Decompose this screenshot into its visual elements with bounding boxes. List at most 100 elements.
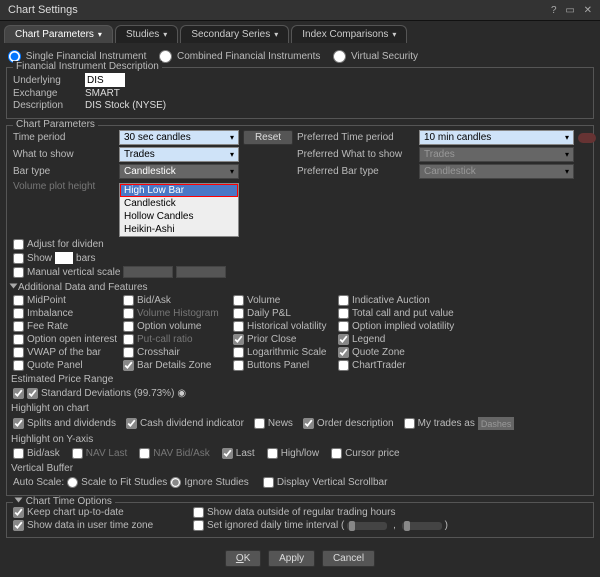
addl-check[interactable]: Option open interest (13, 334, 123, 345)
addl-check[interactable]: Option implied volatility (338, 321, 443, 332)
addl-check[interactable]: Total call and put value (338, 308, 443, 319)
time-period-select[interactable]: 30 sec candles▾ (119, 130, 239, 145)
radio-virtual[interactable]: Virtual Security (333, 51, 418, 62)
addl-check[interactable]: Bar Details Zone (123, 360, 233, 371)
radio-scale-fit[interactable]: Scale to Fit Studies (67, 477, 167, 488)
hl-chart-check[interactable]: My trades as (404, 418, 475, 429)
hl-y-check[interactable]: Last (222, 448, 255, 459)
addl-check[interactable]: Imbalance (13, 308, 123, 319)
bar-type-dropdown: High Low Bar Candlestick Hollow Candles … (119, 183, 239, 237)
highlight-chart-title: Highlight on chart (11, 403, 587, 414)
addl-check[interactable]: Option volume (123, 321, 233, 332)
addl-check (443, 334, 583, 345)
hl-y-check[interactable]: NAV Bid/Ask (139, 448, 210, 459)
tab-chart-parameters[interactable]: Chart Parameters (4, 25, 113, 43)
what-to-show-select[interactable]: Trades▾ (119, 147, 239, 162)
hl-chart-check[interactable]: News (254, 418, 293, 429)
highlight-chart-row: Splits and dividends Cash dividend indica… (13, 416, 587, 431)
hl-chart-check[interactable]: Cash dividend indicator (126, 418, 244, 429)
pref-bar-select[interactable]: Candlestick▾ (419, 164, 574, 179)
addl-check[interactable]: Volume Histogram (123, 308, 233, 319)
adjust-dividends-check[interactable]: Adjust for dividen (13, 239, 104, 250)
pref-what-label: Preferred What to show (297, 149, 415, 160)
maximize-icon[interactable]: ▭ (565, 5, 574, 16)
expand-icon[interactable] (15, 498, 23, 503)
ok-button[interactable]: OK (225, 550, 261, 567)
bar-type-option-high-low[interactable]: High Low Bar (120, 184, 238, 197)
pref-what-select[interactable]: Trades▾ (419, 147, 574, 162)
ignored-interval-check[interactable]: Set ignored daily time interval ( (193, 520, 344, 531)
underlying-input[interactable] (85, 73, 125, 87)
info-icon[interactable]: ◉ (177, 388, 186, 399)
cancel-button[interactable]: Cancel (322, 550, 375, 567)
hl-chart-check[interactable]: Splits and dividends (13, 418, 116, 429)
show-user-tz-check[interactable]: Show data in user time zone (13, 520, 193, 531)
bar-type-option-candlestick[interactable]: Candlestick (120, 197, 238, 210)
addl-check[interactable]: Buttons Panel (233, 360, 338, 371)
addl-check[interactable]: ChartTrader (338, 360, 443, 371)
addl-check[interactable]: VWAP of the bar (13, 347, 123, 358)
manual-scale-check[interactable]: Manual vertical scale (13, 267, 120, 278)
std-dev-check[interactable]: Standard Deviations (99.73%) (27, 388, 174, 399)
addl-check[interactable]: Bid/Ask (123, 295, 233, 306)
chart-time-options: Chart Time Options Keep chart up-to-date… (6, 502, 594, 538)
tab-studies[interactable]: Studies (115, 25, 178, 43)
volume-plot-height-label: Volume plot height (13, 181, 115, 192)
hl-y-check[interactable]: NAV Last (72, 448, 128, 459)
what-to-show-label: What to show (13, 149, 115, 160)
tab-index-comparisons[interactable]: Index Comparisons (291, 25, 407, 43)
keep-chart-updated-check[interactable]: Keep chart up-to-date (13, 507, 193, 518)
addl-check (443, 295, 583, 306)
manual-scale-max[interactable] (176, 266, 226, 278)
addl-check[interactable]: Daily P&L (233, 308, 338, 319)
tab-bar: Chart Parameters Studies Secondary Serie… (0, 21, 600, 43)
radio-combined[interactable]: Combined Financial Instruments (159, 51, 320, 62)
expand-icon[interactable] (10, 284, 18, 289)
highlight-y-title: Highlight on Y-axis (11, 434, 587, 445)
addl-check[interactable]: Legend (338, 334, 443, 345)
hl-y-check[interactable]: High/low (267, 448, 319, 459)
description-value: DIS Stock (NYSE) (85, 100, 166, 111)
addl-check[interactable]: Fee Rate (13, 321, 123, 332)
epr-check[interactable] (13, 388, 24, 399)
reset-button[interactable]: Reset (243, 130, 293, 145)
description-label: Description (13, 100, 81, 111)
hl-y-check[interactable]: Cursor price (331, 448, 399, 459)
addl-check[interactable]: Quote Panel (13, 360, 123, 371)
close-icon[interactable]: ✕ (584, 5, 592, 16)
apply-button[interactable]: Apply (268, 550, 315, 567)
interval-start-slider[interactable] (347, 522, 387, 530)
show-outside-rth-check[interactable]: Show data outside of regular trading hou… (193, 507, 587, 518)
show-bars-input[interactable] (55, 252, 73, 264)
addl-check[interactable]: Logarithmic Scale (233, 347, 338, 358)
additional-data-grid: MidPointBid/AskVolumeIndicative Auction I… (13, 295, 587, 371)
manual-scale-min[interactable] (123, 266, 173, 278)
addl-check[interactable]: Put-call ratio (123, 334, 233, 345)
addl-check[interactable]: Prior Close (233, 334, 338, 345)
bar-type-select[interactable]: Candlestick▾ (119, 164, 239, 179)
addl-check[interactable]: Volume (233, 295, 338, 306)
radio-ignore-studies[interactable]: Ignore Studies (170, 477, 249, 488)
tab-secondary-series[interactable]: Secondary Series (180, 25, 289, 43)
interval-end-slider[interactable] (402, 522, 442, 530)
bar-type-option-hollow[interactable]: Hollow Candles (120, 210, 238, 223)
my-trades-style-select[interactable]: Dashes (478, 417, 515, 430)
addl-check[interactable]: Crosshair (123, 347, 233, 358)
button-bar: OK Apply Cancel (6, 544, 594, 573)
bar-type-label: Bar type (13, 166, 115, 177)
addl-check[interactable]: MidPoint (13, 295, 123, 306)
show-bars-check[interactable]: Show (13, 253, 52, 264)
display-vscroll-check[interactable]: Display Vertical Scrollbar (263, 477, 388, 488)
addl-check[interactable]: Quote Zone (338, 347, 443, 358)
underlying-label: Underlying (13, 75, 81, 86)
hl-y-check[interactable]: Bid/ask (13, 448, 60, 459)
pref-toggle[interactable] (578, 133, 596, 143)
addl-check[interactable]: Indicative Auction (338, 295, 443, 306)
addl-check[interactable]: Historical volatility (233, 321, 338, 332)
fin-instrument-description: Financial Instrument Description Underly… (6, 67, 594, 119)
auto-scale-label: Auto Scale: (13, 477, 64, 488)
bar-type-option-heikin[interactable]: Heikin-Ashi (120, 223, 238, 236)
hl-chart-check[interactable]: Order description (303, 418, 394, 429)
help-icon[interactable]: ? (551, 5, 557, 16)
pref-time-period-select[interactable]: 10 min candles▾ (419, 130, 574, 145)
